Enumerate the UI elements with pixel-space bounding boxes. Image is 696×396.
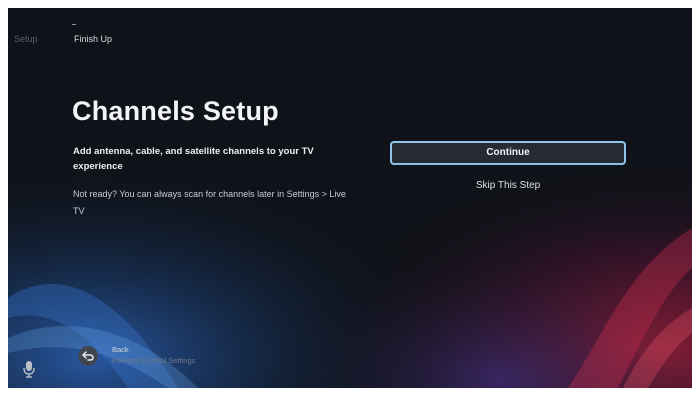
- page-title: Channels Setup: [72, 96, 279, 126]
- previous-step-label: Setup: [14, 34, 38, 44]
- skip-step-button[interactable]: Skip This Step: [390, 180, 626, 191]
- tv-setup-screen: Setup Finish Up Channels Setup Add anten…: [8, 8, 692, 388]
- continue-button[interactable]: Continue: [390, 141, 626, 165]
- microphone-icon[interactable]: [22, 360, 36, 378]
- progress-indicator: [72, 24, 76, 25]
- current-step-label: Finish Up: [74, 34, 113, 44]
- page-subtitle: Add antenna, cable, and satellite channe…: [73, 146, 314, 172]
- setup-progress: Setup Finish Up: [8, 34, 112, 44]
- back-label: Back: [112, 345, 129, 354]
- back-arrow-icon: [82, 351, 94, 361]
- back-destination-label: Parental Control Settings: [112, 356, 196, 365]
- back-button[interactable]: [78, 346, 98, 366]
- page-note: Not ready? You can always scan for chann…: [73, 189, 346, 216]
